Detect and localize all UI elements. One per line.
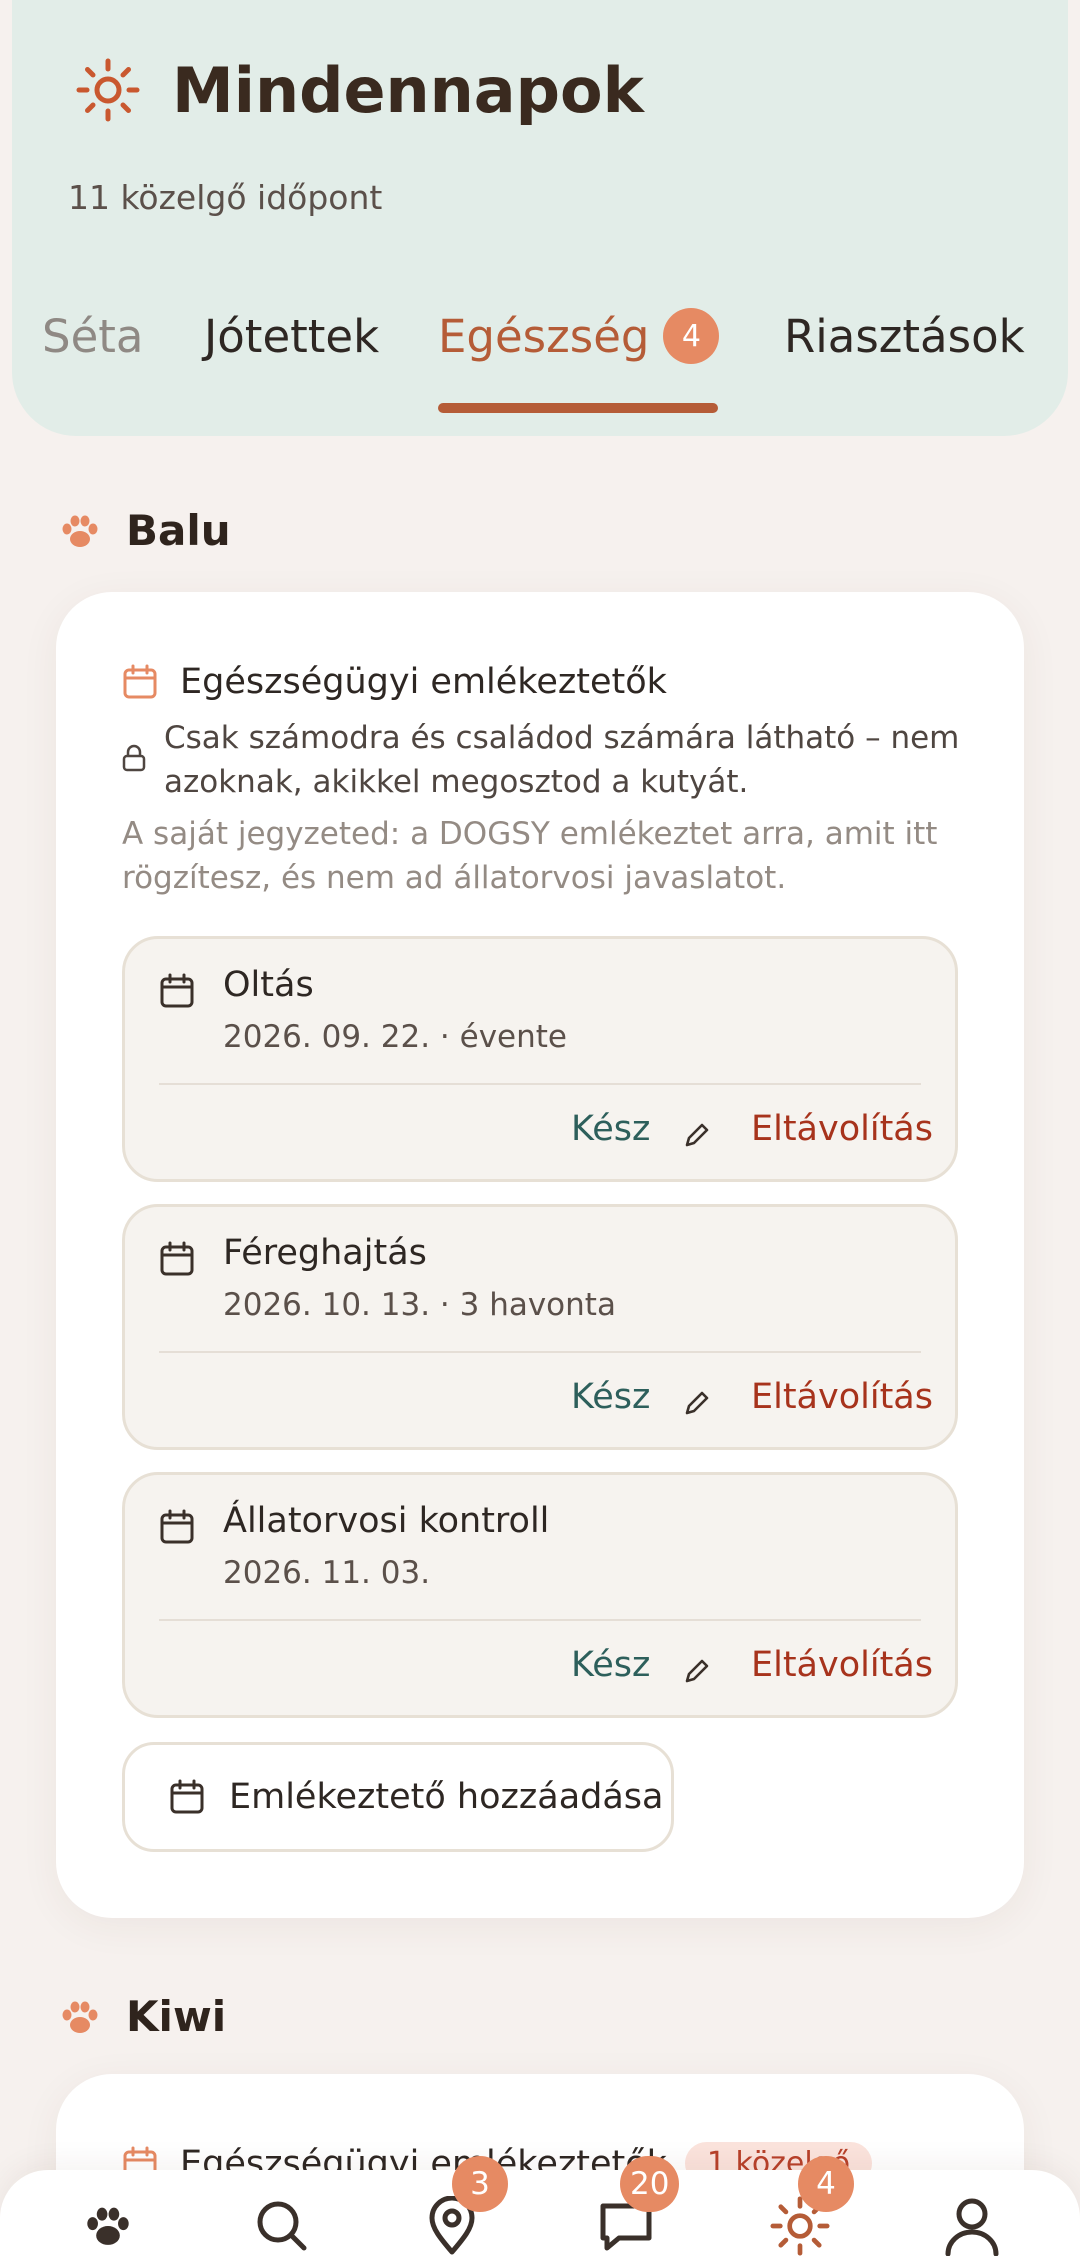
profile-icon xyxy=(945,2198,999,2256)
tab-bar: Séta Jótettek Egészség 4 Riasztások xyxy=(12,300,1068,420)
title-row: Mindennapok xyxy=(68,50,644,130)
tab-good-deeds[interactable]: Jótettek xyxy=(204,310,379,363)
search-icon xyxy=(257,2201,307,2251)
tab-health-label: Egészség xyxy=(438,310,650,363)
calendar-icon xyxy=(170,1779,204,1814)
paw-icon xyxy=(87,2207,129,2245)
divider xyxy=(159,1083,921,1085)
dog-name: Kiwi xyxy=(126,1992,227,2041)
bottom-nav: 3 20 4 xyxy=(0,2156,1080,2268)
upcoming-count: 11 közelgő időpont xyxy=(68,178,383,217)
remove-button[interactable]: Eltávolítás xyxy=(751,1109,933,1149)
tab-walk[interactable]: Séta xyxy=(42,310,143,363)
remove-button[interactable]: Eltávolítás xyxy=(751,1645,933,1685)
reminder-name: Féreghajtás xyxy=(223,1233,427,1273)
reminder-name: Oltás xyxy=(223,965,314,1005)
privacy-note: Csak számodra és családod számára láthat… xyxy=(122,716,982,804)
card-header: Egészségügyi emlékeztetők xyxy=(122,662,667,702)
disclaimer-note: A saját jegyzeted: a DOGSY emlékeztet ar… xyxy=(122,816,938,896)
calendar-icon xyxy=(160,1509,194,1544)
lock-icon xyxy=(122,716,146,804)
active-tab-indicator xyxy=(438,403,718,413)
paw-icon xyxy=(62,515,98,547)
card-title: Egészségügyi emlékeztetők xyxy=(180,662,667,702)
tab-health-badge: 4 xyxy=(663,308,720,364)
nav-dogs[interactable] xyxy=(76,2194,140,2258)
paw-icon xyxy=(62,2001,98,2033)
edit-pencil-icon[interactable] xyxy=(681,1119,713,1151)
reminder-name: Állatorvosi kontroll xyxy=(223,1501,550,1541)
dog-section-header: Balu xyxy=(58,506,231,555)
nav-profile[interactable] xyxy=(940,2194,1004,2258)
reminder-date: 2026. 10. 13. · 3 havonta xyxy=(223,1287,616,1323)
tab-health[interactable]: Egészség 4 xyxy=(438,308,720,368)
tab-alerts[interactable]: Riasztások xyxy=(784,310,1025,363)
reminder-date: 2026. 11. 03. xyxy=(223,1555,431,1591)
calendar-icon xyxy=(160,1241,194,1276)
edit-pencil-icon[interactable] xyxy=(681,1655,713,1687)
calendar-icon xyxy=(123,664,157,699)
divider xyxy=(159,1351,921,1353)
done-button[interactable]: Kész xyxy=(571,1109,650,1149)
dog-section-header: Kiwi xyxy=(58,1992,226,2041)
dog-name: Balu xyxy=(126,506,231,555)
header: Mindennapok 11 közelgő időpont Séta Jóte… xyxy=(12,0,1068,436)
messages-badge: 20 xyxy=(620,2156,680,2212)
remove-button[interactable]: Eltávolítás xyxy=(751,1377,933,1417)
reminder-item: Féreghajtás 2026. 10. 13. · 3 havonta Ké… xyxy=(122,1204,958,1450)
calendar-icon xyxy=(160,973,194,1008)
divider xyxy=(159,1619,921,1621)
reminder-item: Állatorvosi kontroll 2026. 11. 03. Kész … xyxy=(122,1472,958,1718)
sun-icon xyxy=(68,50,148,130)
edit-pencil-icon[interactable] xyxy=(681,1387,713,1419)
page-title: Mindennapok xyxy=(172,53,644,127)
everyday-badge: 4 xyxy=(798,2156,854,2212)
reminder-item: Oltás 2026. 09. 22. · évente Kész Eltávo… xyxy=(122,936,958,1182)
done-button[interactable]: Kész xyxy=(571,1645,650,1685)
health-reminders-card: Egészségügyi emlékeztetők Csak számodra … xyxy=(56,592,1024,1918)
privacy-text: Csak számodra és családod számára láthat… xyxy=(164,720,960,800)
add-reminder-label: Emlékeztető hozzáadása xyxy=(229,1777,664,1817)
done-button[interactable]: Kész xyxy=(571,1377,650,1417)
reminder-date: 2026. 09. 22. · évente xyxy=(223,1019,567,1055)
add-reminder-button[interactable]: Emlékeztető hozzáadása xyxy=(122,1742,674,1852)
places-badge: 3 xyxy=(452,2156,508,2212)
nav-search[interactable] xyxy=(250,2194,314,2258)
